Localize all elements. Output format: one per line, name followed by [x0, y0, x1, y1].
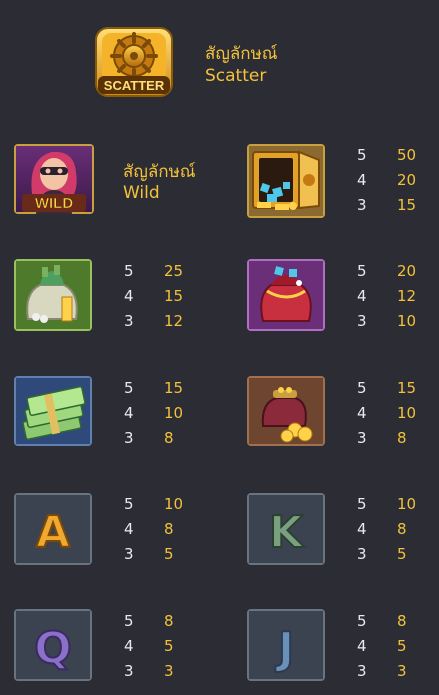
payout-count: 5: [124, 379, 134, 397]
scatter-symbol-icon: SCATTER: [94, 26, 174, 98]
payout-value: 5: [164, 545, 174, 563]
jewel-pouch-symbol-icon: [247, 259, 325, 331]
payout-value: 15: [397, 379, 417, 397]
payout-count: 4: [124, 287, 134, 305]
money-bag-symbol-icon: [14, 259, 92, 331]
payout-value: 5: [397, 637, 407, 655]
payout-count: 4: [357, 637, 367, 655]
payout-value: 12: [164, 312, 184, 330]
payout-value: 20: [397, 262, 417, 280]
payout-value: 5: [164, 637, 174, 655]
payout-value: 8: [397, 429, 407, 447]
payout-value: 5: [397, 545, 407, 563]
scatter-label: Scatter: [205, 66, 267, 86]
svg-text:Q: Q: [34, 623, 71, 674]
payout-count: 4: [357, 520, 367, 538]
payout-value: 10: [164, 404, 184, 422]
payout-count: 3: [124, 662, 134, 680]
payout-value: 10: [397, 312, 417, 330]
scatter-label-thai: สัญลักษณ์: [205, 44, 278, 64]
payout-count: 5: [357, 612, 367, 630]
svg-text:J: J: [275, 623, 294, 674]
payout-value: 8: [164, 520, 174, 538]
payout-value: 8: [164, 612, 174, 630]
letter-q-symbol-icon: Q: [14, 609, 92, 681]
payout-count: 4: [357, 404, 367, 422]
wild-symbol-icon: WILD: [14, 144, 94, 214]
payout-value: 20: [397, 171, 417, 189]
coin-purse-symbol-icon: [247, 376, 325, 446]
payout-value: 8: [397, 612, 407, 630]
payout-count: 5: [357, 495, 367, 513]
svg-text:A: A: [36, 507, 70, 558]
payout-value: 50: [397, 146, 417, 164]
svg-text:SCATTER: SCATTER: [104, 78, 165, 93]
payout-value: 3: [397, 662, 407, 680]
payout-count: 4: [357, 171, 367, 189]
vault-symbol-icon: [247, 144, 325, 218]
payout-count: 5: [357, 146, 367, 164]
payout-count: 5: [357, 379, 367, 397]
payout-value: 10: [164, 495, 184, 513]
cash-stack-symbol-icon: [14, 376, 92, 446]
payout-value: 10: [397, 495, 417, 513]
payout-count: 3: [357, 429, 367, 447]
payout-value: 25: [164, 262, 184, 280]
wild-label: Wild: [123, 183, 160, 203]
payout-value: 12: [397, 287, 417, 305]
payout-count: 5: [124, 612, 134, 630]
svg-text:K: K: [269, 507, 305, 558]
payout-count: 3: [357, 662, 367, 680]
payout-value: 8: [164, 429, 174, 447]
payout-count: 4: [124, 520, 134, 538]
letter-j-symbol-icon: J: [247, 609, 325, 681]
payout-value: 8: [397, 520, 407, 538]
svg-text:WILD: WILD: [35, 195, 73, 212]
payout-count: 4: [124, 637, 134, 655]
payout-count: 3: [124, 312, 134, 330]
payout-count: 3: [357, 196, 367, 214]
letter-a-symbol-icon: A: [14, 493, 92, 565]
payout-count: 3: [357, 545, 367, 563]
payout-count: 3: [124, 429, 134, 447]
payout-count: 4: [357, 287, 367, 305]
payout-count: 3: [357, 312, 367, 330]
wild-label-thai: สัญลักษณ์: [123, 162, 196, 182]
payout-value: 3: [164, 662, 174, 680]
payout-count: 3: [124, 545, 134, 563]
payout-count: 4: [124, 404, 134, 422]
payout-value: 10: [397, 404, 417, 422]
payout-count: 5: [357, 262, 367, 280]
payout-value: 15: [164, 379, 184, 397]
payout-value: 15: [397, 196, 417, 214]
payout-count: 5: [124, 262, 134, 280]
letter-k-symbol-icon: K: [247, 493, 325, 565]
payout-count: 5: [124, 495, 134, 513]
payout-value: 15: [164, 287, 184, 305]
